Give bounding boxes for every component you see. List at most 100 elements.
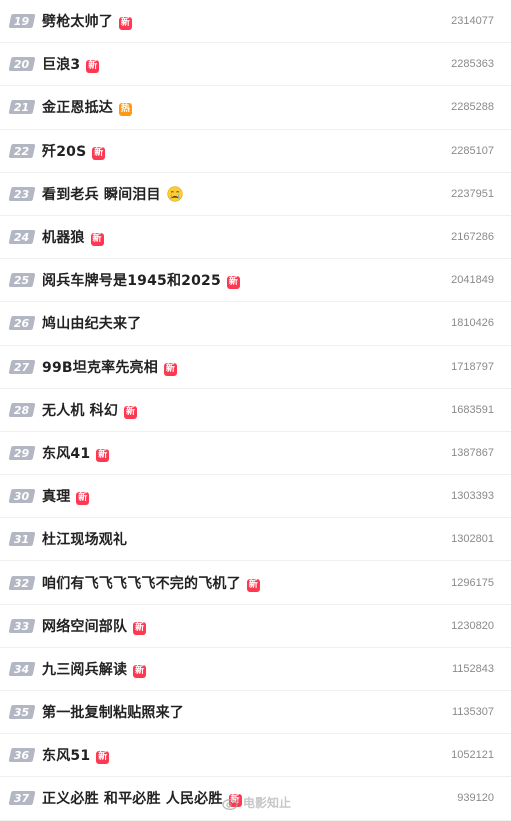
item-title-wrap[interactable]: 杜江现场观礼 [42, 529, 127, 549]
item-title[interactable]: 东风41 [42, 446, 90, 462]
item-title-wrap[interactable]: 第一批复制粘贴照来了 [42, 702, 184, 722]
rank-badge: 29 [8, 445, 36, 460]
item-title[interactable]: 九三阅兵解读 [42, 662, 127, 678]
heat-count: 1302801 [451, 533, 494, 546]
item-title-wrap[interactable]: 巨浪3 新 [42, 54, 100, 74]
item-title[interactable]: 阅兵车牌号是1945和2025 [42, 273, 221, 289]
item-title[interactable]: 劈枪太帅了 [42, 14, 113, 30]
item-title-wrap[interactable]: 看到老兵 瞬间泪目 [42, 184, 183, 204]
item-title[interactable]: 东风51 [42, 748, 90, 764]
rank-number: 32 [14, 576, 30, 590]
rank-badge: 37 [8, 791, 36, 806]
rank-number: 31 [14, 532, 30, 546]
list-item[interactable]: 29 东风41 新 1387867 [0, 432, 511, 476]
list-item[interactable]: 22 歼20S 新 2285107 [0, 130, 511, 173]
heat-count: 2167286 [451, 231, 494, 244]
new-tag-badge: 新 [226, 276, 240, 290]
item-title-wrap[interactable]: 劈枪太帅了新 [42, 11, 132, 31]
item-title-wrap[interactable]: 正义必胜 和平必胜 人民必胜新 [42, 788, 242, 808]
item-title-wrap[interactable]: 咱们有飞飞飞飞飞不完的飞机了新 [42, 573, 260, 593]
list-item[interactable]: 20 巨浪3 新 2285363 [0, 43, 511, 87]
rank-badge: 19 [8, 14, 36, 29]
item-title-wrap[interactable]: 东风51 新 [42, 745, 110, 765]
item-title-wrap[interactable]: 阅兵车牌号是1945和2025 新 [42, 270, 240, 290]
rank-badge: 23 [8, 186, 36, 201]
item-title[interactable]: 真理 [42, 489, 70, 505]
item-title[interactable]: 网络空间部队 [42, 619, 127, 635]
item-title[interactable]: 咱们有飞飞飞飞飞不完的飞机了 [42, 576, 241, 592]
list-item[interactable]: 21 金正恩抵达热 2285288 [0, 86, 511, 130]
item-title-wrap[interactable]: 网络空间部队新 [42, 616, 147, 636]
list-item[interactable]: 35 第一批复制粘贴照来了 1135307 [0, 691, 511, 735]
item-title[interactable]: 99B坦克率先亮相 [42, 360, 158, 376]
rank-badge: 21 [8, 100, 36, 115]
item-title-wrap[interactable]: 金正恩抵达热 [42, 97, 132, 117]
rank-badge: 25 [8, 273, 36, 288]
list-item[interactable]: 26 鸠山由纪夫来了 1810426 [0, 302, 511, 346]
list-item[interactable]: 33 网络空间部队新 1230820 [0, 605, 511, 648]
list-item[interactable]: 30 真理新 1303393 [0, 475, 511, 519]
rank-number: 36 [14, 748, 30, 762]
rank-badge: 22 [8, 143, 36, 158]
watermark: 电影知止 [222, 794, 291, 811]
new-tag-badge: 新 [86, 60, 100, 74]
item-title[interactable]: 歼20S [42, 144, 86, 160]
heat-count: 1683591 [451, 403, 494, 416]
item-title[interactable]: 第一批复制粘贴照来了 [42, 705, 184, 721]
item-title-wrap[interactable]: 鸠山由纪夫来了 [42, 313, 141, 333]
rank-number: 34 [14, 662, 30, 676]
item-title[interactable]: 巨浪3 [42, 57, 80, 73]
new-tag-badge: 新 [124, 405, 138, 419]
rank-badge: 27 [8, 359, 36, 374]
heat-count: 2041849 [451, 274, 494, 287]
hot-search-list: 19 劈枪太帅了新 2314077 20 巨浪3 新 2285363 21 金正恩抵达热 2285… [0, 0, 511, 821]
watermark-text: 电影知止 [243, 796, 292, 810]
rank-number: 35 [14, 705, 30, 719]
list-item[interactable]: 31 杜江现场观礼 1302801 [0, 518, 511, 562]
list-item[interactable]: 34 九三阅兵解读新 1152843 [0, 648, 511, 691]
item-title[interactable]: 杜江现场观礼 [42, 532, 127, 548]
item-title[interactable]: 无人机 科幻 [42, 403, 118, 419]
item-title-wrap[interactable]: 东风41 新 [42, 443, 110, 463]
rank-badge: 34 [8, 661, 36, 676]
list-item[interactable]: 32 咱们有飞飞飞飞飞不完的飞机了新 1296175 [0, 561, 511, 605]
list-item[interactable]: 36 东风51 新 1052121 [0, 734, 511, 778]
item-title-wrap[interactable]: 歼20S 新 [42, 141, 106, 161]
rank-badge: 31 [8, 532, 36, 547]
item-title-wrap[interactable]: 无人机 科幻新 [42, 400, 138, 420]
new-tag-badge: 新 [246, 578, 260, 592]
new-tag-badge: 新 [133, 664, 147, 678]
item-title-wrap[interactable]: 九三阅兵解读新 [42, 659, 147, 679]
list-item[interactable]: 19 劈枪太帅了新 2314077 [0, 0, 511, 44]
heat-count: 1718797 [451, 360, 494, 373]
item-title[interactable]: 鸠山由纪夫来了 [42, 316, 141, 332]
heat-count: 2285107 [451, 144, 494, 157]
list-item[interactable]: 24 机器狼新 2167286 [0, 216, 511, 260]
list-item[interactable]: 28 无人机 科幻新 1683591 [0, 389, 511, 432]
item-title-wrap[interactable]: 99B坦克率先亮相新 [42, 357, 177, 377]
heat-count: 1052121 [451, 749, 494, 762]
item-title[interactable]: 金正恩抵达 [42, 100, 113, 116]
heat-count: 2285363 [451, 58, 494, 71]
rank-number: 22 [14, 144, 30, 158]
rank-number: 21 [14, 100, 30, 114]
rank-number: 19 [14, 14, 30, 28]
list-item[interactable]: 27 99B坦克率先亮相新 1718797 [0, 346, 511, 389]
list-item[interactable]: 25 阅兵车牌号是1945和2025 新 2041849 [0, 259, 511, 303]
rank-badge: 28 [8, 402, 36, 417]
rank-badge: 36 [8, 748, 36, 763]
item-title[interactable]: 正义必胜 和平必胜 人民必胜 [42, 791, 223, 807]
heat-count: 2314077 [451, 15, 494, 28]
new-tag-badge: 新 [96, 751, 110, 765]
new-tag-badge: 新 [96, 448, 110, 462]
item-title-wrap[interactable]: 机器狼新 [42, 227, 104, 247]
rank-number: 28 [14, 403, 30, 417]
new-tag-badge: 新 [76, 492, 90, 506]
rank-badge: 30 [8, 489, 36, 504]
item-title[interactable]: 机器狼 [42, 230, 85, 246]
rank-number: 33 [14, 619, 30, 633]
item-title[interactable]: 看到老兵 瞬间泪目 [42, 187, 161, 203]
list-item[interactable]: 23 看到老兵 瞬间泪目 2237951 [0, 173, 511, 216]
rank-badge: 24 [8, 230, 36, 245]
item-title-wrap[interactable]: 真理新 [42, 486, 90, 506]
